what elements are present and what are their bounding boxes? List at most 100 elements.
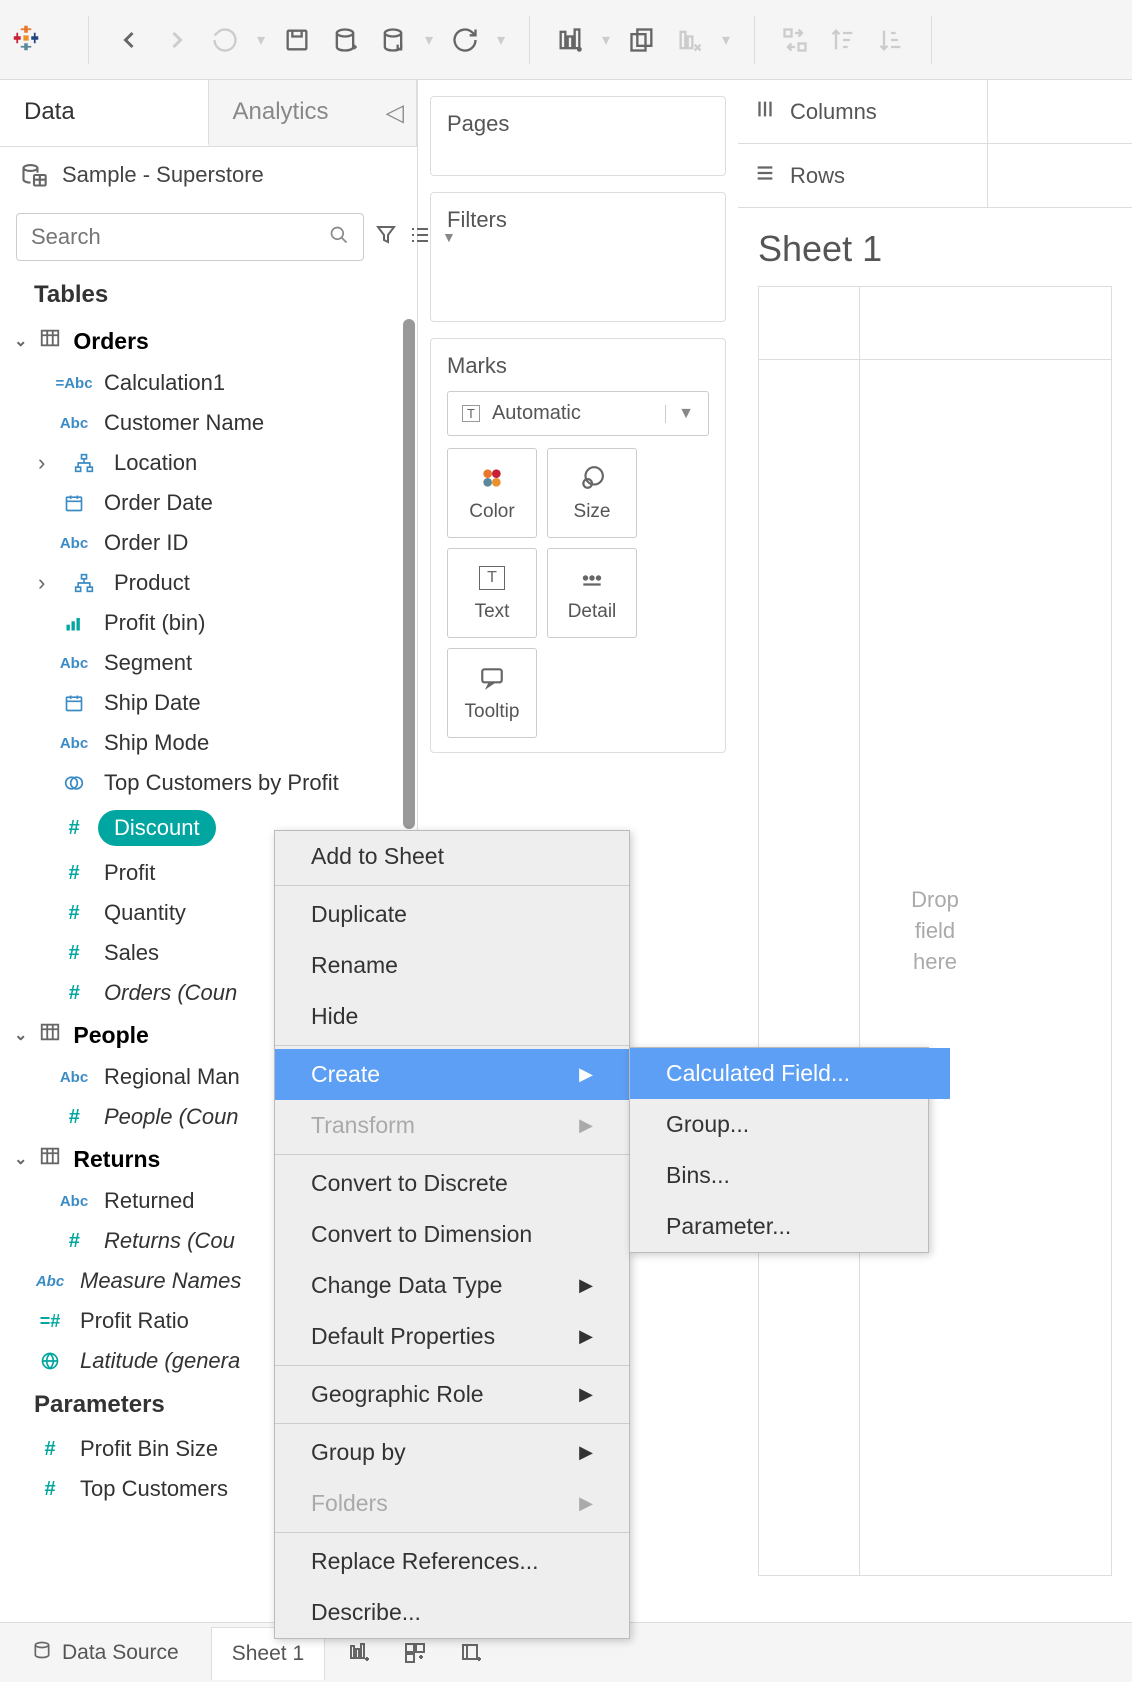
mark-text[interactable]: T Text — [447, 548, 537, 638]
rows-shelf[interactable]: Rows — [738, 144, 1132, 208]
marks-type-dropdown[interactable]: T Automatic ▼ — [447, 391, 709, 436]
hierarchy-icon — [68, 573, 100, 593]
text-mark-icon: T — [462, 405, 480, 422]
text-icon: T — [479, 563, 505, 593]
ctx-group-by[interactable]: Group by▶ — [275, 1427, 629, 1478]
field-segment[interactable]: AbcSegment — [0, 643, 417, 683]
color-icon — [479, 463, 505, 493]
string-icon: Abc — [34, 1273, 66, 1290]
field-profit-bin[interactable]: Profit (bin) — [0, 603, 417, 643]
table-icon — [39, 1021, 61, 1049]
search-input[interactable] — [16, 213, 364, 261]
chevron-right-icon: › — [38, 450, 54, 476]
field-order-id[interactable]: AbcOrder ID — [0, 523, 417, 563]
clear-sheet-button[interactable] — [670, 20, 710, 60]
string-icon: Abc — [58, 735, 90, 752]
dropdown-caret-icon[interactable]: ▾ — [718, 20, 734, 60]
view-options-button[interactable] — [408, 223, 432, 252]
field-customer-name[interactable]: AbcCustomer Name — [0, 403, 417, 443]
ctx-transform[interactable]: Transform▶ — [275, 1100, 629, 1151]
ctx-duplicate[interactable]: Duplicate — [275, 889, 629, 940]
submenu-arrow-icon: ▶ — [579, 1275, 593, 1296]
hierarchy-icon — [68, 453, 100, 473]
dropdown-caret-icon[interactable]: ▾ — [493, 20, 509, 60]
submenu-arrow-icon: ▶ — [579, 1326, 593, 1347]
ctx-default-properties[interactable]: Default Properties▶ — [275, 1311, 629, 1362]
marks-card: Marks T Automatic ▼ Color Size T Text — [430, 338, 726, 753]
mark-tooltip[interactable]: Tooltip — [447, 648, 537, 738]
create-submenu: Calculated Field... Group... Bins... Par… — [629, 1047, 929, 1253]
table-orders[interactable]: ⌄ Orders — [0, 319, 417, 363]
dropdown-caret-icon[interactable]: ▾ — [421, 20, 437, 60]
mark-color[interactable]: Color — [447, 448, 537, 538]
pages-shelf[interactable]: Pages — [430, 96, 726, 176]
datasource-selector[interactable]: Sample - Superstore — [0, 147, 417, 203]
string-icon: Abc — [58, 1069, 90, 1086]
number-icon: # — [58, 862, 90, 885]
ctx-change-data-type[interactable]: Change Data Type▶ — [275, 1260, 629, 1311]
pause-datasource-button[interactable] — [373, 20, 413, 60]
string-icon: Abc — [58, 1193, 90, 1210]
new-datasource-button[interactable] — [325, 20, 365, 60]
ctx-group[interactable]: Group... — [630, 1099, 950, 1150]
field-calculation1[interactable]: =AbcCalculation1 — [0, 363, 417, 403]
view-canvas[interactable]: Drop field here — [758, 286, 1112, 1576]
columns-shelf[interactable]: Columns — [738, 80, 1132, 144]
forward-button[interactable] — [157, 20, 197, 60]
string-icon: Abc — [58, 655, 90, 672]
date-icon — [58, 493, 90, 513]
duplicate-sheet-button[interactable] — [622, 20, 662, 60]
ctx-add-to-sheet[interactable]: Add to Sheet — [275, 831, 629, 882]
tab-data[interactable]: Data — [0, 80, 209, 146]
ctx-calculated-field[interactable]: Calculated Field... — [630, 1048, 950, 1099]
tooltip-icon — [479, 663, 505, 693]
dropdown-caret-icon[interactable]: ▼ — [442, 229, 456, 245]
mark-detail[interactable]: Detail — [547, 548, 637, 638]
ctx-folders[interactable]: Folders▶ — [275, 1478, 629, 1529]
undo-redo-button[interactable] — [205, 20, 245, 60]
ctx-hide[interactable]: Hide — [275, 991, 629, 1042]
submenu-arrow-icon: ▶ — [579, 1442, 593, 1463]
ctx-convert-to-discrete[interactable]: Convert to Discrete — [275, 1158, 629, 1209]
filters-shelf[interactable]: Filters — [430, 192, 726, 322]
dropdown-caret-icon[interactable]: ▾ — [598, 20, 614, 60]
field-top-customers-by-profit[interactable]: Top Customers by Profit — [0, 763, 417, 803]
back-button[interactable] — [109, 20, 149, 60]
calc-string-icon: =Abc — [58, 375, 90, 392]
field-ship-date[interactable]: Ship Date — [0, 683, 417, 723]
tab-data-source[interactable]: Data Source — [12, 1626, 199, 1680]
mark-size[interactable]: Size — [547, 448, 637, 538]
datasource-tab-icon — [32, 1640, 52, 1666]
ctx-describe[interactable]: Describe... — [275, 1587, 629, 1638]
field-ship-mode[interactable]: AbcShip Mode — [0, 723, 417, 763]
field-order-date[interactable]: Order Date — [0, 483, 417, 523]
filter-button[interactable] — [374, 223, 398, 252]
ctx-bins[interactable]: Bins... — [630, 1150, 950, 1201]
ctx-convert-to-dimension[interactable]: Convert to Dimension — [275, 1209, 629, 1260]
save-button[interactable] — [277, 20, 317, 60]
sheet-title[interactable]: Sheet 1 — [758, 228, 1112, 270]
tab-analytics[interactable]: Analytics ◁ — [209, 80, 418, 146]
string-icon: Abc — [58, 415, 90, 432]
ctx-rename[interactable]: Rename — [275, 940, 629, 991]
ctx-geographic-role[interactable]: Geographic Role▶ — [275, 1369, 629, 1420]
sort-desc-button[interactable] — [871, 20, 911, 60]
drop-hint-text: Drop field here — [911, 885, 959, 977]
field-product[interactable]: ›Product — [0, 563, 417, 603]
submenu-arrow-icon: ▶ — [579, 1384, 593, 1405]
swap-button[interactable] — [775, 20, 815, 60]
ctx-parameter[interactable]: Parameter... — [630, 1201, 950, 1252]
sort-asc-button[interactable] — [823, 20, 863, 60]
ctx-create[interactable]: Create▶ Calculated Field... Group... Bin… — [275, 1049, 629, 1100]
calc-number-icon: =# — [34, 1311, 66, 1332]
field-location[interactable]: ›Location — [0, 443, 417, 483]
bin-icon — [58, 613, 90, 633]
collapse-pane-icon[interactable]: ◁ — [386, 99, 404, 128]
refresh-button[interactable] — [445, 20, 485, 60]
dropdown-caret-icon: ▼ — [665, 405, 694, 423]
ctx-replace-references[interactable]: Replace References... — [275, 1536, 629, 1587]
main-toolbar: ▾ ▾ ▾ ▾ ▾ — [0, 0, 1132, 80]
dropdown-caret-icon[interactable]: ▾ — [253, 20, 269, 60]
new-worksheet-button[interactable] — [550, 20, 590, 60]
submenu-arrow-icon: ▶ — [579, 1115, 593, 1136]
